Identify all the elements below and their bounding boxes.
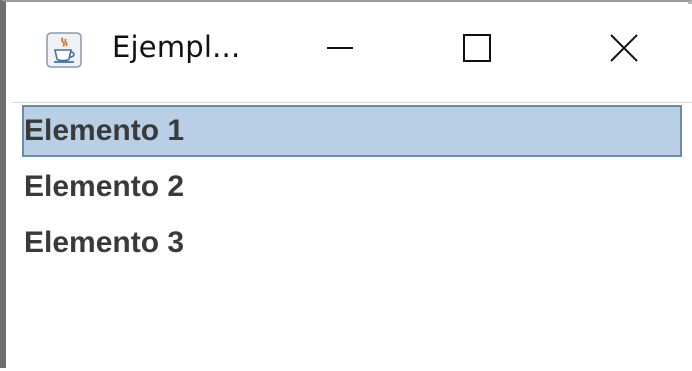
java-coffee-cup-icon xyxy=(46,32,82,68)
list-item[interactable]: Elemento 3 xyxy=(22,217,682,269)
list-item[interactable]: Elemento 2 xyxy=(22,161,682,213)
list-panel: Elemento 1 Elemento 2 Elemento 3 xyxy=(12,102,692,371)
minimize-button[interactable] xyxy=(305,22,375,78)
minimize-icon xyxy=(322,30,358,71)
close-button[interactable] xyxy=(589,22,659,78)
app-window: Ejempl... Elemento 1 Elemento 2 Elemento… xyxy=(0,0,692,371)
maximize-button[interactable] xyxy=(442,22,512,78)
title-bar[interactable]: Ejempl... xyxy=(12,4,692,102)
close-icon xyxy=(606,30,642,71)
window-title: Ejempl... xyxy=(112,30,241,64)
list-item[interactable]: Elemento 1 xyxy=(22,105,682,157)
maximize-icon xyxy=(459,30,495,71)
